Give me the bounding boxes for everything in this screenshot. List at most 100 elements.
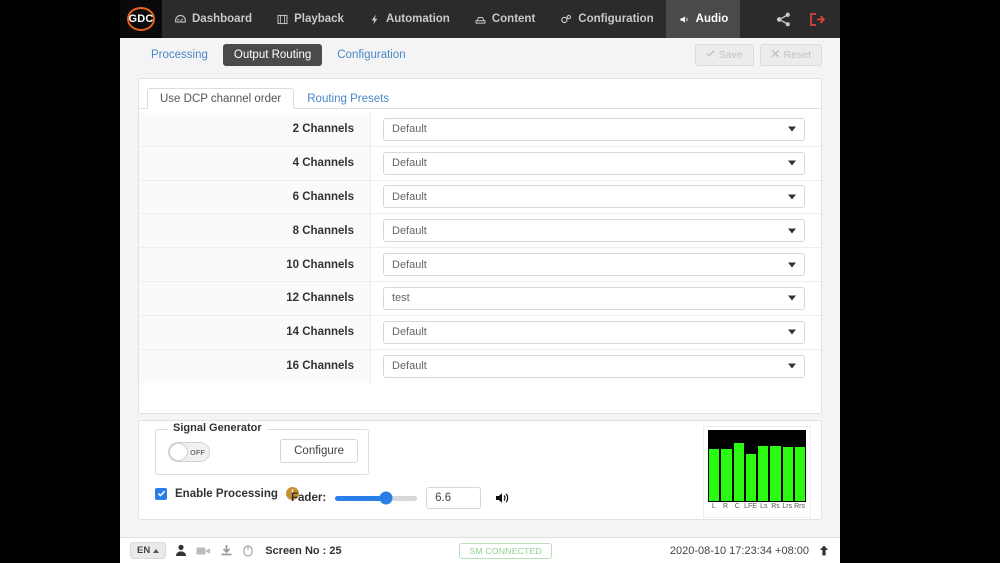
meter-label-Rrs: Rrs: [794, 503, 805, 510]
save-button[interactable]: Save: [694, 44, 754, 66]
routing-panel: Use DCP channel order Routing Presets 2 …: [138, 78, 822, 414]
routing-select-16ch[interactable]: Default: [383, 354, 805, 378]
mouse-icon[interactable]: [242, 544, 254, 557]
language-selector[interactable]: EN: [130, 542, 167, 559]
routing-select-8ch[interactable]: Default: [383, 219, 805, 243]
meter-level-Rrs: [794, 447, 805, 501]
meter-labels: L R C LFE Ls Rs Lrs Rrs: [708, 502, 806, 510]
fader-thumb[interactable]: [379, 491, 393, 505]
meter-column-Lrs: [782, 431, 793, 501]
meter-level-Lrs: [782, 447, 793, 501]
fader-slider[interactable]: [335, 491, 418, 505]
row-label: 4 Channels: [139, 146, 371, 180]
row-label: 14 Channels: [139, 315, 371, 349]
meter-level-LFE: [745, 454, 756, 501]
configure-button[interactable]: Configure: [280, 439, 358, 463]
routing-select-14ch[interactable]: Default: [383, 320, 805, 344]
chevron-down-icon: [788, 126, 796, 132]
signal-generator-legend: Signal Generator: [168, 422, 267, 434]
check-icon: [706, 49, 715, 61]
download-icon[interactable]: [220, 544, 233, 557]
meter-label-Rs: Rs: [771, 503, 780, 510]
enable-processing-checkbox[interactable]: [155, 487, 167, 500]
meter-label-LFE: LFE: [744, 503, 757, 510]
chevron-down-icon: [788, 160, 796, 166]
meter-label-Ls: Ls: [760, 503, 768, 510]
row-label: 6 Channels: [139, 180, 371, 214]
chevron-down-icon: [788, 295, 796, 301]
row-label: 12 Channels: [139, 281, 371, 315]
reset-button-label: Reset: [783, 49, 811, 61]
nav-item-content[interactable]: Content: [462, 0, 547, 38]
enable-processing-row: Enable Processing !: [155, 487, 299, 500]
row-control: Default: [371, 151, 821, 175]
tab-use-dcp-channel-order[interactable]: Use DCP channel order: [147, 88, 295, 109]
nav-item-automation-label: Automation: [385, 13, 450, 25]
film-icon: [276, 13, 289, 26]
chevron-down-icon: [788, 363, 796, 369]
table-row: 8 Channels Default: [139, 214, 821, 249]
table-row: 10 Channels Default: [139, 248, 821, 282]
row-control: Default: [371, 117, 821, 141]
channel-routing-list: 2 Channels Default 4 Channels Default 6 …: [139, 109, 821, 384]
language-label: EN: [137, 545, 151, 556]
nav-item-dashboard[interactable]: Dashboard: [162, 0, 264, 38]
nav-item-audio[interactable]: Audio: [665, 0, 741, 38]
chevron-down-icon: [788, 329, 796, 335]
meter-level-R: [721, 448, 732, 501]
row-control: Default: [371, 219, 821, 243]
table-row: 6 Channels Default: [139, 180, 821, 215]
routing-select-2ch[interactable]: Default: [383, 117, 805, 141]
audio-level-meters: L R C LFE Ls Rs Lrs Rrs: [703, 426, 811, 518]
nav-item-configuration[interactable]: Configuration: [547, 0, 665, 38]
table-row: 4 Channels Default: [139, 146, 821, 181]
logout-icon[interactable]: [808, 11, 826, 28]
row-label: 10 Channels: [139, 248, 371, 281]
nav-item-playback[interactable]: Playback: [264, 0, 356, 38]
fader-label: Fader:: [291, 492, 327, 504]
meter-label-C: C: [734, 503, 740, 510]
subnav-actions: Save Reset: [694, 44, 822, 66]
meter-level-Ls: [758, 446, 769, 501]
subtab-configuration[interactable]: Configuration: [326, 44, 416, 66]
toggle-state-label: OFF: [190, 447, 205, 457]
logo-text: GDC: [128, 13, 154, 25]
fader-row: Fader: 6.6: [291, 487, 510, 509]
meter-column-R: [721, 431, 732, 501]
arrow-up-icon[interactable]: [818, 544, 830, 557]
volume-speaker-icon[interactable]: [494, 491, 510, 505]
gdc-logo-mark: GDC: [124, 7, 158, 31]
routing-select-12ch[interactable]: test: [383, 286, 805, 310]
gears-icon: [559, 13, 573, 26]
audio-control-bar: Signal Generator OFF Configure Enable Pr…: [138, 420, 822, 520]
nav-item-automation[interactable]: Automation: [356, 0, 462, 38]
table-row: 16 Channels Default: [139, 349, 821, 384]
panel-tabstrip: Use DCP channel order Routing Presets: [139, 79, 821, 109]
routing-select-6ch[interactable]: Default: [383, 185, 805, 209]
share-icon[interactable]: [775, 11, 792, 28]
dashboard-icon: [174, 13, 187, 26]
gdc-logo[interactable]: GDC: [120, 0, 162, 38]
routing-select-10ch[interactable]: Default: [383, 253, 805, 277]
tab-routing-presets[interactable]: Routing Presets: [294, 88, 402, 109]
meter-column-Rs: [770, 431, 781, 501]
chevron-down-icon: [788, 228, 796, 234]
routing-select-4ch[interactable]: Default: [383, 151, 805, 175]
table-row: 14 Channels Default: [139, 315, 821, 350]
close-icon: [771, 49, 780, 61]
save-button-label: Save: [718, 49, 743, 61]
camera-icon[interactable]: [196, 545, 211, 557]
enable-processing-label: Enable Processing: [175, 487, 278, 500]
routing-select-4ch-value: Default: [392, 157, 427, 170]
meter-level-Rs: [770, 446, 781, 501]
subtab-output-routing[interactable]: Output Routing: [222, 44, 323, 66]
subtab-processing[interactable]: Processing: [140, 44, 219, 66]
fader-value-input[interactable]: 6.6: [426, 487, 482, 509]
top-navigation-bar: GDC Dashboard Playback Automation Conten…: [120, 0, 840, 38]
reset-button[interactable]: Reset: [759, 44, 822, 66]
row-label: 8 Channels: [139, 214, 371, 248]
user-icon[interactable]: [175, 544, 187, 557]
signal-generator-toggle[interactable]: OFF: [168, 442, 210, 462]
chevron-up-icon: [153, 548, 160, 553]
